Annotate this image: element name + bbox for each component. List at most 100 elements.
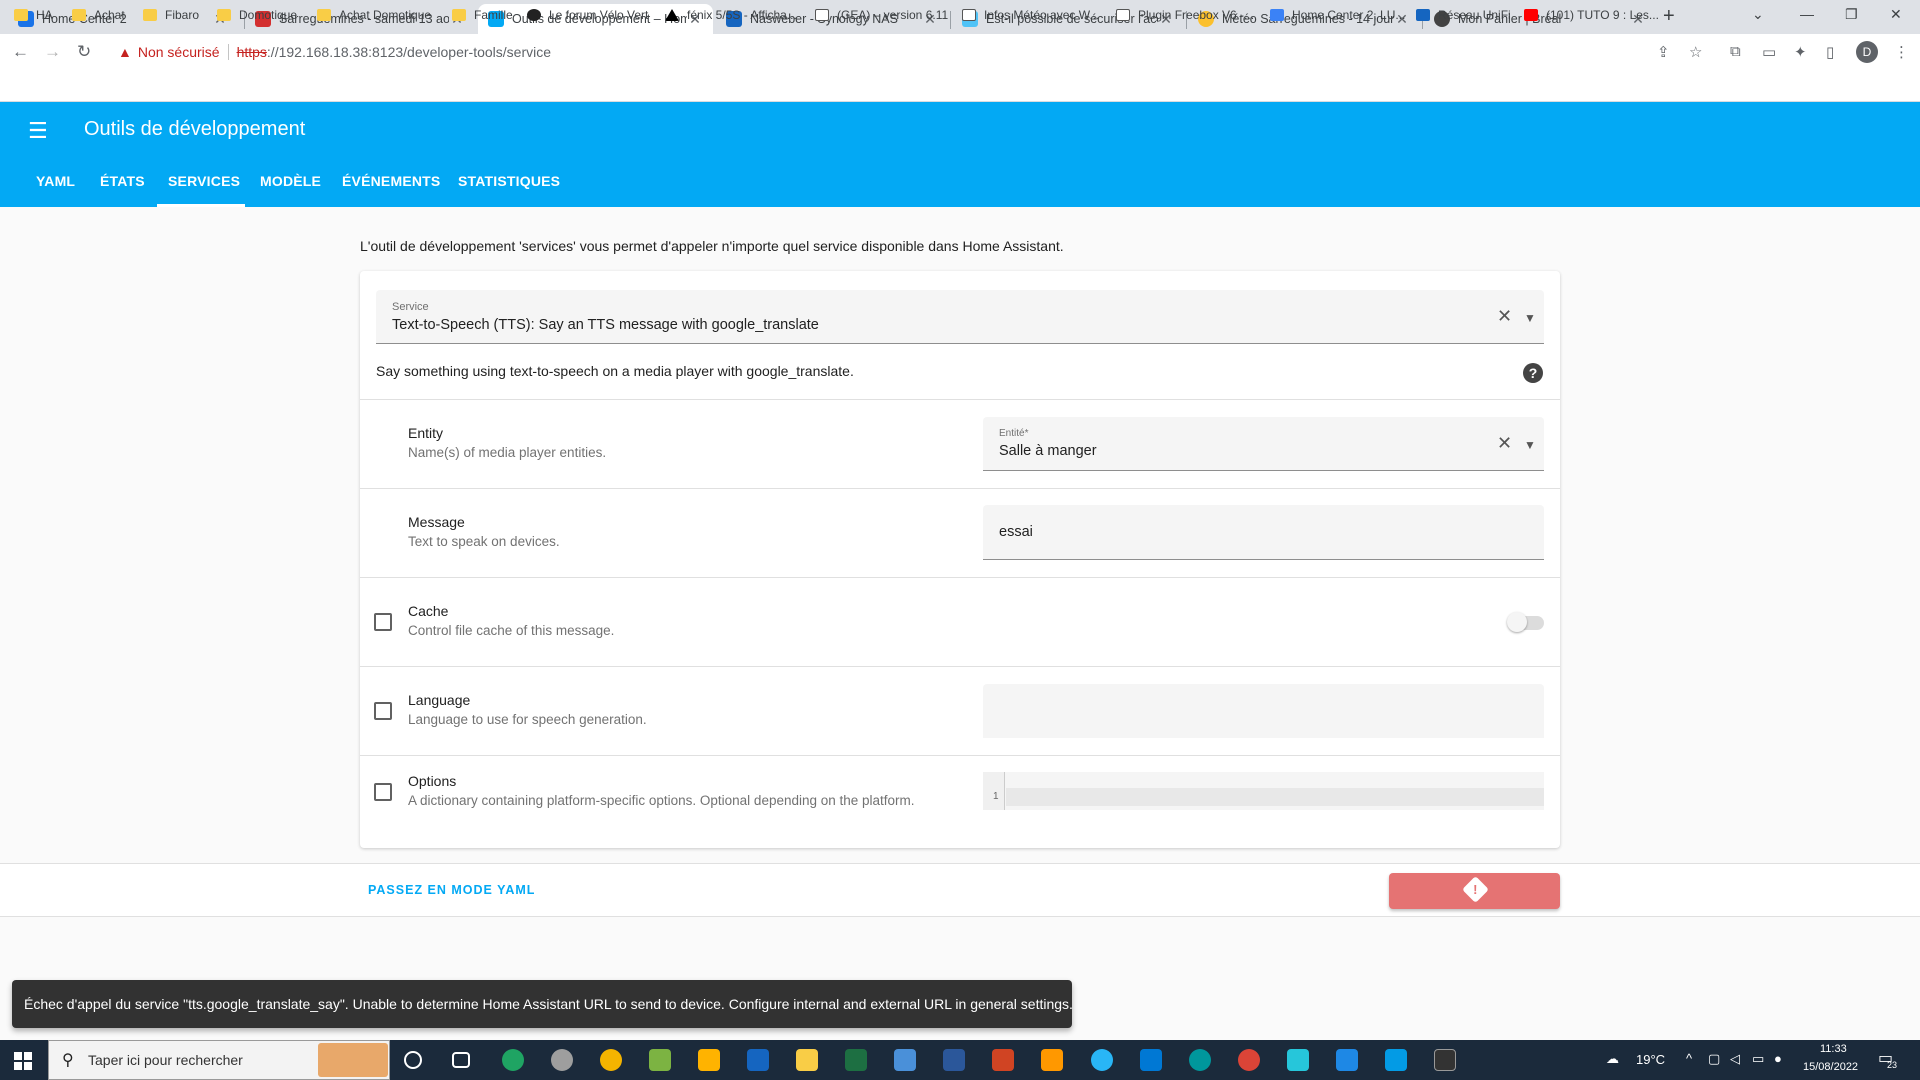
- outlook-icon[interactable]: [1140, 1049, 1162, 1071]
- media-player-icon[interactable]: [698, 1049, 720, 1071]
- chrome-icon[interactable]: [1238, 1049, 1260, 1071]
- param-name: Language: [408, 692, 471, 708]
- tab-etats[interactable]: ÉTATS: [100, 173, 145, 189]
- bookmark-fenix[interactable]: fénix 5/5S - Afficha...: [665, 8, 797, 22]
- powerpoint-icon[interactable]: [992, 1049, 1014, 1071]
- folder-icon: [217, 9, 231, 21]
- hamburger-menu-icon[interactable]: ☰: [28, 118, 48, 144]
- clock-time[interactable]: 11:33: [1820, 1043, 1847, 1055]
- bookmark-freebox[interactable]: Plugin Freebox V6 -...: [1116, 8, 1254, 22]
- notification-count: 23: [1887, 1060, 1898, 1070]
- bookmark-youtube[interactable]: (101) TUTO 9 : Les...: [1524, 8, 1659, 22]
- calculator-icon[interactable]: [894, 1049, 916, 1071]
- help-icon[interactable]: ?: [1523, 363, 1543, 383]
- param-name: Message: [408, 514, 465, 530]
- warning-icon[interactable]: ▲: [118, 44, 132, 60]
- file-explorer-icon[interactable]: [796, 1049, 818, 1071]
- ccleaner-icon[interactable]: [1091, 1049, 1113, 1071]
- side-panel-icon[interactable]: ▯: [1826, 43, 1834, 61]
- bookmark-achat-domotique[interactable]: Achat Domotique: [317, 8, 431, 22]
- tab-search-icon[interactable]: ⌄: [1752, 6, 1764, 23]
- app-icon[interactable]: [551, 1049, 573, 1071]
- extension-icon[interactable]: ⧉: [1730, 43, 1741, 60]
- app-icon[interactable]: [1336, 1049, 1358, 1071]
- field-label: Entité*: [999, 428, 1029, 439]
- options-checkbox[interactable]: [374, 783, 392, 801]
- toast-message: Échec d'appel du service "tts.google_tra…: [24, 996, 1073, 1012]
- weather-icon[interactable]: ☁: [1606, 1051, 1619, 1067]
- editor-active-line[interactable]: [1006, 788, 1544, 806]
- word-icon[interactable]: [943, 1049, 965, 1071]
- new-tab-button[interactable]: +: [1663, 5, 1675, 28]
- minimize-icon[interactable]: —: [1800, 6, 1814, 22]
- entity-select[interactable]: Entité* Salle à manger ✕ ▼: [983, 417, 1544, 471]
- url-text: ://192.168.18.38:8123/developer-tools/se…: [266, 44, 552, 60]
- tab-evenements[interactable]: ÉVÉNEMENTS: [342, 173, 440, 189]
- tab-services[interactable]: SERVICES: [168, 173, 240, 189]
- bookmark-home-center[interactable]: Home Center 2, LU...: [1270, 8, 1405, 22]
- reload-icon[interactable]: ↻: [77, 42, 91, 62]
- app-icon[interactable]: [600, 1049, 622, 1071]
- puzzle-icon[interactable]: ✦: [1794, 43, 1807, 61]
- service-select[interactable]: Service Text-to-Speech (TTS): Say an TTS…: [376, 290, 1544, 344]
- chevron-up-icon[interactable]: ^: [1686, 1051, 1692, 1066]
- app-icon[interactable]: [1041, 1049, 1063, 1071]
- folder-icon: [72, 9, 86, 21]
- message-input[interactable]: essai: [983, 505, 1544, 560]
- yaml-mode-button[interactable]: PASSEZ EN MODE YAML: [368, 883, 535, 897]
- cache-checkbox[interactable]: [374, 613, 392, 631]
- bookmark-infos-meteo[interactable]: Infos Météo avec W...: [962, 8, 1099, 22]
- chevron-down-icon[interactable]: ▼: [1524, 311, 1536, 325]
- bookmark-fibaro[interactable]: Fibaro: [143, 8, 199, 22]
- malwarebytes-icon[interactable]: [747, 1049, 769, 1071]
- task-view-icon[interactable]: [452, 1052, 470, 1068]
- active-tab-indicator: [157, 204, 245, 207]
- tab-modele[interactable]: MODÈLE: [260, 173, 321, 189]
- maximize-icon[interactable]: ❐: [1845, 6, 1858, 23]
- clear-icon[interactable]: ✕: [1497, 306, 1512, 327]
- edge-icon[interactable]: [502, 1049, 524, 1071]
- cortana-icon[interactable]: [404, 1051, 422, 1069]
- app-tray-icon[interactable]: ▢: [1708, 1051, 1720, 1067]
- bookmark-domotique[interactable]: Domotique: [217, 8, 297, 22]
- field-value: Salle à manger: [999, 443, 1097, 459]
- profile-avatar[interactable]: D: [1856, 41, 1878, 63]
- cast-icon[interactable]: ▭: [1762, 43, 1776, 61]
- arduino-icon[interactable]: [1189, 1049, 1211, 1071]
- language-checkbox[interactable]: [374, 702, 392, 720]
- home-icon: [815, 9, 829, 21]
- terminal-icon[interactable]: [1434, 1049, 1456, 1071]
- forward-icon[interactable]: →: [44, 42, 61, 62]
- security-label[interactable]: Non sécurisé: [138, 44, 220, 60]
- tab-yaml[interactable]: YAML: [36, 173, 75, 189]
- language-input[interactable]: [983, 684, 1544, 738]
- clock-date[interactable]: 15/08/2022: [1803, 1061, 1858, 1073]
- volume-muted-icon[interactable]: ◁: [1730, 1051, 1740, 1067]
- close-window-icon[interactable]: ✕: [1890, 6, 1902, 23]
- chevron-down-icon[interactable]: ▼: [1524, 438, 1536, 452]
- app-icon[interactable]: [1385, 1049, 1407, 1071]
- network-icon[interactable]: ▭: [1752, 1051, 1764, 1067]
- weather-temperature[interactable]: 19°C: [1636, 1052, 1665, 1067]
- kebab-menu-icon[interactable]: ⋮: [1894, 43, 1909, 61]
- app-icon[interactable]: [1287, 1049, 1309, 1071]
- bookmark-famille[interactable]: Famille: [452, 8, 513, 22]
- divider: [360, 577, 1560, 578]
- bookmark-ha[interactable]: HA: [14, 8, 53, 22]
- star-icon[interactable]: ☆: [1689, 43, 1702, 61]
- address-bar[interactable]: ▲ Non sécurisé https ://192.168.18.38:81…: [108, 38, 1708, 66]
- bookmark-achat[interactable]: Achat: [72, 8, 125, 22]
- app-tray-icon[interactable]: ●: [1774, 1051, 1782, 1066]
- bookmark-unifi[interactable]: Réseau UniFi: [1416, 8, 1511, 22]
- notepad-icon[interactable]: [649, 1049, 671, 1071]
- bookmark-forum-velo[interactable]: Le forum Vélo Vert: [527, 8, 648, 22]
- back-icon[interactable]: ←: [12, 42, 29, 62]
- windows-start-icon[interactable]: [14, 1052, 32, 1070]
- excel-icon[interactable]: [845, 1049, 867, 1071]
- home-icon: [962, 9, 976, 21]
- toggle-thumb[interactable]: [1507, 612, 1527, 632]
- tab-statistiques[interactable]: STATISTIQUES: [458, 173, 560, 189]
- share-icon[interactable]: ⇪: [1657, 43, 1670, 61]
- bookmark-gea[interactable]: (GEA) – version 6.11: [815, 8, 948, 22]
- clear-icon[interactable]: ✕: [1497, 433, 1512, 454]
